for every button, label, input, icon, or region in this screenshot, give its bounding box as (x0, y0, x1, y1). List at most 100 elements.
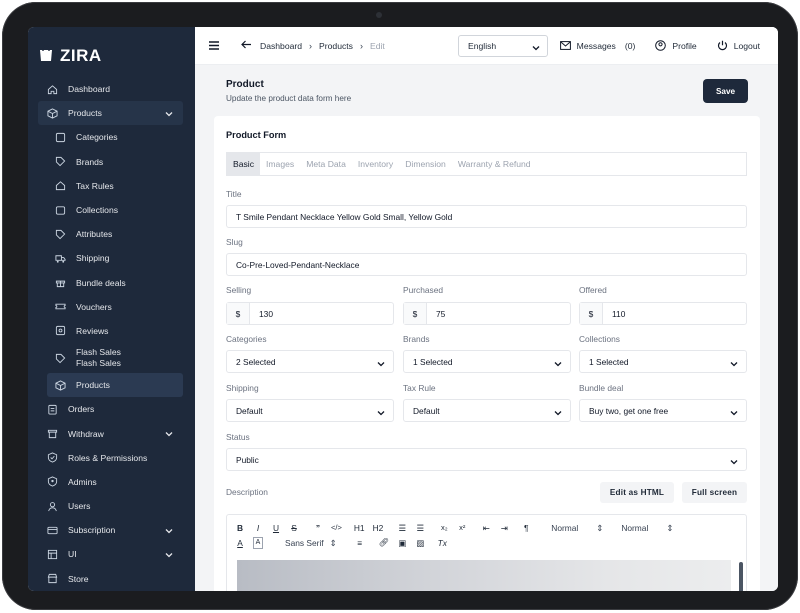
shield-icon (46, 452, 58, 464)
sidebar-item-vouchers[interactable]: Vouchers (28, 295, 195, 319)
status-label: Status (226, 432, 250, 442)
edit-as-html-button[interactable]: Edit as HTML (600, 482, 674, 503)
underline-icon[interactable]: U (271, 522, 281, 534)
sidebar-item-reviews[interactable]: Reviews (28, 319, 195, 343)
header-size-select-1[interactable]: Normal ⇕ (551, 523, 603, 533)
video-icon[interactable]: ▣ (397, 537, 407, 549)
sidebar-item-shipping[interactable]: Shipping (28, 246, 195, 270)
clear-format-icon[interactable]: Tx (437, 537, 447, 549)
image-icon[interactable]: ▨ (415, 537, 425, 549)
editor-toolbar-row-1: B I U S ” </> H1 H2 ☰ ☰ x₂ x² ⇤ ⇥ ¶ Norm… (227, 521, 673, 534)
sidebar-item-ui[interactable]: UI (28, 542, 195, 566)
flash-sales-line-1: Flash Sales (76, 346, 121, 357)
sidebar-item-products-sub[interactable]: Products (47, 373, 183, 398)
logout-button[interactable]: Logout (717, 40, 760, 53)
editor-content-area[interactable] (237, 560, 731, 591)
updown-icon: ⇕ (596, 522, 604, 533)
breadcrumb-dashboard[interactable]: Dashboard (260, 41, 302, 51)
heading-2-button[interactable]: H2 (373, 522, 384, 534)
offered-input[interactable]: $ 110 (579, 302, 747, 325)
chevron-down-icon (377, 359, 385, 369)
brand-logo[interactable]: ZIRA (28, 27, 195, 73)
title-input[interactable]: T Smile Pendant Necklace Yellow Gold Sma… (226, 205, 747, 228)
link-icon[interactable]: 🔗︎ (379, 537, 390, 549)
main-content: Dashboard › Products › Edit English Mess… (195, 27, 778, 591)
shopping-bag-icon (38, 45, 54, 67)
page-title: Product (226, 79, 264, 90)
tab-warranty-refund[interactable]: Warranty & Refund (452, 153, 537, 175)
sidebar-item-tax-rules[interactable]: Tax Rules (28, 174, 195, 198)
bundle-select[interactable]: Buy two, get one free (579, 399, 747, 422)
sidebar-item-orders[interactable]: Orders (28, 397, 195, 421)
sidebar-item-users[interactable]: Users (28, 494, 195, 518)
header-size-value: Normal (621, 522, 649, 533)
profile-link[interactable]: Profile (655, 39, 697, 53)
header-size-select-2[interactable]: Normal ⇕ (621, 523, 673, 533)
sidebar-item-store[interactable]: Store (28, 567, 195, 591)
sidebar-item-flash-sales[interactable]: Flash Sales Flash Sales (28, 343, 195, 373)
sidebar-item-roles-permissions[interactable]: Roles & Permissions (28, 446, 195, 470)
background-color-icon[interactable]: A (253, 536, 263, 549)
slug-input[interactable]: Co-Pre-Loved-Pendant-Necklace (226, 253, 747, 276)
sidebar-item-admins[interactable]: Admins (28, 470, 195, 494)
currency-addon: $ (404, 303, 427, 324)
purchased-input[interactable]: $ 75 (403, 302, 571, 325)
gift-icon (54, 277, 66, 289)
text-color-icon[interactable]: A (235, 537, 245, 549)
superscript-icon[interactable]: x² (457, 522, 467, 534)
logout-label: Logout (733, 41, 760, 51)
sidebar-item-products[interactable]: Products (38, 101, 183, 126)
sidebar-item-dashboard[interactable]: Dashboard (28, 77, 195, 101)
status-select[interactable]: Public (226, 448, 747, 471)
breadcrumb-products[interactable]: Products (319, 41, 353, 51)
ordered-list-icon[interactable]: ☰ (397, 522, 407, 534)
fullscreen-button[interactable]: Full screen (682, 482, 747, 503)
sidebar-item-attributes[interactable]: Attributes (28, 222, 195, 246)
sidebar-item-label: Users (68, 501, 91, 512)
bold-icon[interactable]: B (235, 522, 245, 534)
categories-label: Categories (226, 334, 267, 344)
tab-basic[interactable]: Basic (227, 153, 261, 175)
bullet-list-icon[interactable]: ☰ (415, 522, 425, 534)
brands-select[interactable]: 1 Selected (403, 350, 571, 373)
indent-icon[interactable]: ⇥ (499, 522, 509, 534)
selling-value: 130 (259, 308, 273, 319)
tab-images[interactable]: Images (260, 153, 300, 175)
blockquote-icon[interactable]: ” (313, 522, 323, 534)
editor-scrollbar[interactable] (739, 562, 743, 591)
sidebar-item-collections[interactable]: Collections (28, 198, 195, 222)
font-select[interactable]: Sans Serif ⇕ (285, 538, 337, 548)
sidebar-item-categories[interactable]: Categories (28, 125, 195, 149)
tab-inventory[interactable]: Inventory (352, 153, 399, 175)
sidebar-item-withdraw[interactable]: Withdraw (28, 421, 195, 445)
sidebar-item-label: Subscription (68, 525, 116, 536)
strike-icon[interactable]: S (289, 522, 299, 534)
selling-input[interactable]: $ 130 (226, 302, 394, 325)
sidebar-item-subscription[interactable]: Subscription (28, 518, 195, 542)
align-icon[interactable]: ≡ (355, 537, 365, 549)
purchased-value: 75 (436, 308, 446, 319)
tab-dimension[interactable]: Dimension (399, 153, 452, 175)
sidebar-item-brands[interactable]: Brands (28, 150, 195, 174)
outdent-icon[interactable]: ⇤ (481, 522, 491, 534)
save-button[interactable]: Save (703, 79, 748, 103)
tab-meta-data[interactable]: Meta Data (300, 153, 352, 175)
text-direction-icon[interactable]: ¶ (521, 522, 531, 534)
categories-select[interactable]: 2 Selected (226, 350, 394, 373)
tag-icon (54, 156, 66, 168)
form-title: Product Form (226, 130, 287, 140)
heading-1-button[interactable]: H1 (354, 522, 365, 534)
taxrule-select[interactable]: Default (403, 399, 571, 422)
arrow-left-icon[interactable] (241, 40, 252, 51)
subscript-icon[interactable]: x₂ (439, 522, 449, 534)
collections-select[interactable]: 1 Selected (579, 350, 747, 373)
shipping-select[interactable]: Default (226, 399, 394, 422)
sidebar-item-label: Withdraw (68, 428, 104, 439)
menu-icon[interactable] (209, 37, 219, 55)
code-icon[interactable]: </> (331, 522, 342, 534)
messages-link[interactable]: Messages (0) (559, 40, 635, 52)
sidebar-item-label: Tax Rules (76, 180, 114, 191)
language-select[interactable]: English (458, 35, 548, 57)
sidebar-item-bundle-deals[interactable]: Bundle deals (28, 271, 195, 295)
italic-icon[interactable]: I (253, 522, 263, 534)
